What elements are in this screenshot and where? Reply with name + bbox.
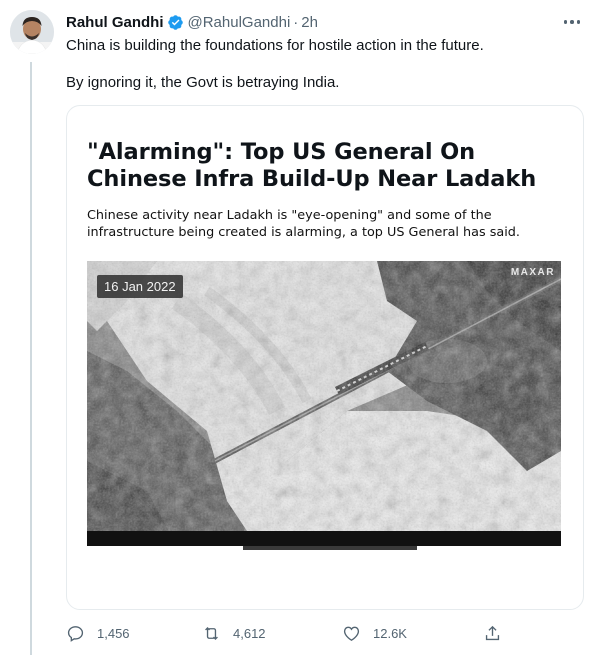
more-horizontal-icon[interactable] [562,14,582,30]
tweet-timestamp[interactable]: 2h [301,14,318,31]
tweet-actions: 1,456 4,612 12.6K [66,622,500,644]
retweet-icon [205,626,218,640]
video-progress-track[interactable] [243,546,417,550]
tweet-header: Rahul Gandhi @RahulGandhi · 2h [66,12,318,32]
reply-button[interactable]: 1,456 [66,622,130,644]
heart-icon [343,626,360,641]
reply-count: 1,456 [97,625,130,641]
tweet-text-line-1: China is building the foundations for ho… [66,37,484,54]
tweet-text-line-2: By ignoring it, the Govt is betraying In… [66,74,340,91]
share-button[interactable] [483,622,502,644]
card-headline: "Alarming": Top US General On Chinese In… [87,139,537,192]
image-date-label: 16 Jan 2022 [97,275,183,298]
like-count: 12.6K [373,625,407,641]
thread-line [30,62,32,655]
verified-badge-icon [167,14,184,31]
header-separator: · [293,13,299,31]
avatar[interactable] [10,10,54,54]
retweet-count: 4,612 [233,625,266,641]
author-name[interactable]: Rahul Gandhi [66,14,164,31]
satellite-image: 16 Jan 2022 MAXAR [87,261,561,546]
avatar-image [10,10,54,54]
video-control-bar [87,531,561,546]
like-button[interactable]: 12.6K [342,622,407,644]
author-handle[interactable]: @RahulGandhi [188,14,291,31]
reply-icon [67,625,84,642]
image-watermark: MAXAR [510,267,555,278]
link-preview-card[interactable]: "Alarming": Top US General On Chinese In… [66,105,584,610]
card-subhead: Chinese activity near Ladakh is "eye-ope… [87,208,520,240]
share-icon [485,625,500,640]
retweet-button[interactable]: 4,612 [202,622,266,644]
